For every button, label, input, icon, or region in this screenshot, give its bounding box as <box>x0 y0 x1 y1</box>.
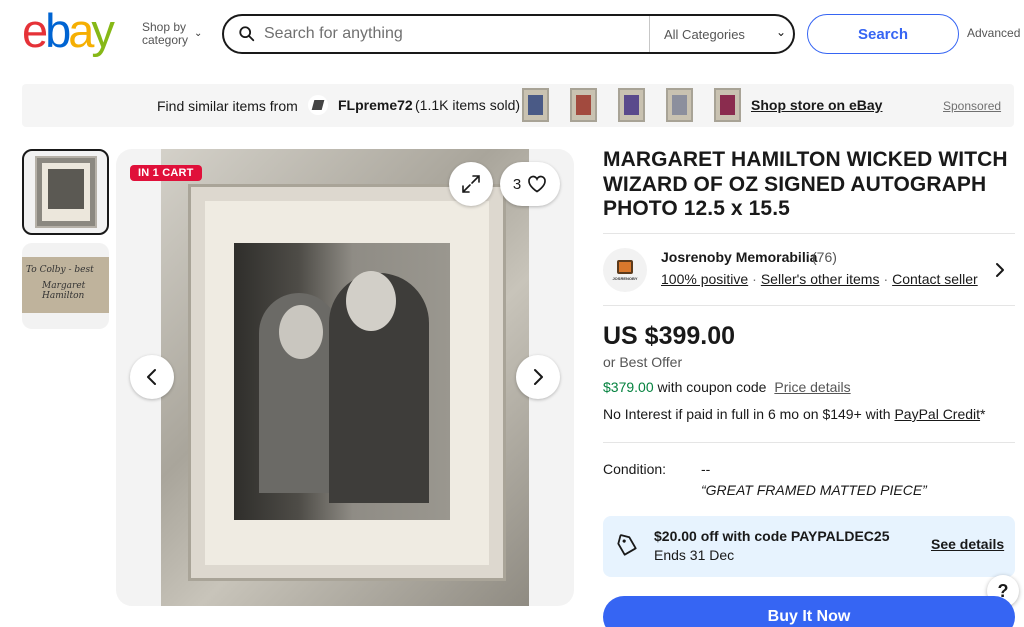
paypal-credit-link[interactable]: PayPal Credit <box>894 406 980 422</box>
main-image-viewer[interactable]: IN 1 CART 3 <box>116 149 574 606</box>
best-offer-label: or Best Offer <box>603 354 683 370</box>
store-item-thumbnail[interactable] <box>714 88 741 122</box>
chevron-down-icon: ⌄ <box>194 28 203 39</box>
search-input[interactable] <box>264 22 644 46</box>
gallery-thumbnail-2[interactable]: To Colby - best Margaret Hamilton <box>22 243 109 329</box>
store-banner: Find similar items from FLpreme72 (1.1K … <box>22 84 1014 127</box>
logo-letter-a: a <box>68 4 94 57</box>
seller-name[interactable]: Josrenoby Memorabilia <box>661 249 817 265</box>
watch-count: 3 <box>512 175 522 193</box>
paypal-credit-line: No Interest if paid in full in 6 mo on $… <box>603 406 986 422</box>
seller-avatar[interactable]: JOSRENOBY <box>603 248 647 292</box>
store-item-thumbnail[interactable] <box>666 88 693 122</box>
expand-icon <box>462 175 480 193</box>
category-select[interactable]: All Categories ⌄ <box>664 25 786 42</box>
condition-label: Condition: <box>603 461 667 477</box>
chevron-right-icon <box>534 369 543 385</box>
promo-banner: $20.00 off with code PAYPALDEC25 Ends 31… <box>603 516 1015 577</box>
store-item-thumbnails <box>522 88 741 122</box>
listing-title: MARGARET HAMILTON WICKED WITCH WIZARD OF… <box>603 148 1008 220</box>
seller-positive-link[interactable]: 100% positive <box>661 271 748 287</box>
seller-links: 100% positive · Seller's other items · C… <box>661 271 978 287</box>
thumbnail-image <box>35 156 97 228</box>
thumbnail-image: To Colby - best Margaret Hamilton <box>22 257 109 313</box>
sponsored-label[interactable]: Sponsored <box>943 99 1001 113</box>
paypal-text: No Interest if paid in full in 6 mo on $… <box>603 406 891 422</box>
coupon-text: with coupon code <box>657 379 767 395</box>
coupon-line: $379.00 with coupon code Price details <box>603 379 851 395</box>
chevron-down-icon: ⌄ <box>776 25 787 39</box>
logo-letter-y: y <box>91 4 114 57</box>
divider <box>603 305 1015 306</box>
find-similar-label: Find similar items from <box>157 98 298 114</box>
store-name-link[interactable]: FLpreme72 <box>338 97 413 113</box>
item-price: US $399.00 <box>603 322 736 350</box>
shop-store-link[interactable]: Shop store on eBay <box>751 97 882 113</box>
paypal-suffix: * <box>980 406 986 422</box>
buy-it-now-button[interactable]: Buy It Now <box>603 596 1015 627</box>
store-logo-icon[interactable] <box>308 95 328 115</box>
ebay-logo[interactable]: ebay <box>22 4 115 57</box>
previous-image-button[interactable] <box>130 355 174 399</box>
store-item-thumbnail[interactable] <box>570 88 597 122</box>
price-details-link[interactable]: Price details <box>774 379 850 395</box>
chevron-left-icon <box>147 369 156 385</box>
logo-letter-b: b <box>45 4 71 57</box>
divider <box>603 442 1015 443</box>
in-cart-badge: IN 1 CART <box>130 165 202 181</box>
search-divider <box>649 16 650 52</box>
items-sold-count: (1.1K items sold) <box>415 97 521 113</box>
seller-feedback-count[interactable]: (76) <box>812 249 837 265</box>
expand-button[interactable] <box>449 162 493 206</box>
see-details-link[interactable]: See details <box>931 536 1004 552</box>
heart-icon <box>528 175 547 193</box>
main-product-image[interactable] <box>161 149 529 606</box>
search-icon <box>239 26 255 42</box>
chevron-right-icon[interactable] <box>994 261 1006 279</box>
promo-expiry: Ends 31 Dec <box>654 547 735 563</box>
next-image-button[interactable] <box>516 355 560 399</box>
category-select-value: All Categories <box>664 27 745 42</box>
logo-letter-e: e <box>22 4 48 57</box>
category-label: category <box>142 33 189 47</box>
coupon-price: $379.00 <box>603 379 654 395</box>
condition-note: “GREAT FRAMED MATTED PIECE” <box>701 482 927 498</box>
condition-value: -- <box>701 461 711 477</box>
shop-by-category-button[interactable]: Shop by category ⌄ <box>142 21 202 47</box>
store-item-thumbnail[interactable] <box>522 88 549 122</box>
search-bar: All Categories ⌄ <box>222 14 795 54</box>
promo-title: $20.00 off with code PAYPALDEC25 <box>654 528 890 544</box>
seller-avatar-label: JOSRENOBY <box>612 275 638 281</box>
divider <box>603 233 1015 234</box>
gallery-thumbnail-1[interactable] <box>22 149 109 235</box>
advanced-search-link[interactable]: Advanced <box>967 26 1020 40</box>
watchlist-button[interactable]: 3 <box>500 162 560 206</box>
store-item-thumbnail[interactable] <box>618 88 645 122</box>
coupon-tag-icon <box>617 534 637 556</box>
search-button[interactable]: Search <box>807 14 959 54</box>
seller-other-items-link[interactable]: Seller's other items <box>761 271 880 287</box>
contact-seller-link[interactable]: Contact seller <box>892 271 978 287</box>
